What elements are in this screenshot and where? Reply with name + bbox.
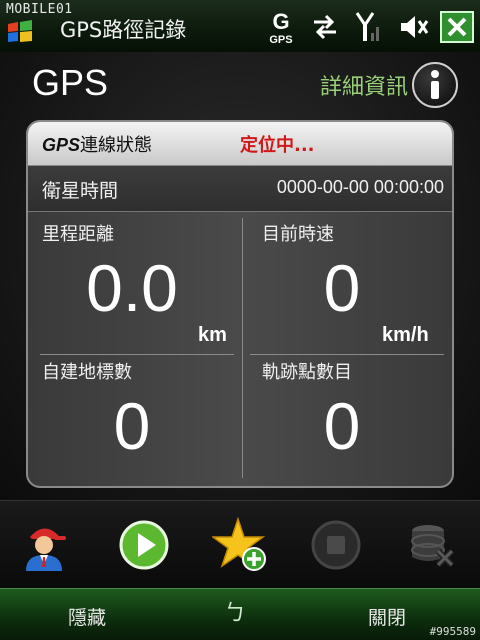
volume-icon[interactable] <box>396 10 430 44</box>
details-button[interactable]: 詳細資訊 <box>320 62 458 108</box>
svg-text:G: G <box>272 9 289 34</box>
stop-icon[interactable] <box>306 515 366 575</box>
satellite-time-row: 衛星時間 0000-00-00 00:00:00 <box>28 166 452 212</box>
speed-value: 0 <box>323 251 361 325</box>
info-icon[interactable] <box>412 62 458 108</box>
play-icon[interactable] <box>114 515 174 575</box>
details-label: 詳細資訊 <box>319 75 408 100</box>
hide-softkey[interactable]: 隱藏 <box>68 603 106 630</box>
connection-label: GPS連線狀態 <box>42 135 153 156</box>
horizontal-divider-right <box>250 354 444 355</box>
distance-value: 0.0 <box>86 251 178 325</box>
track-point-count-value: 0 <box>323 389 361 463</box>
gps-status-panel: GPS連線狀態 定位中... 衛星時間 0000-00-00 00:00:00 … <box>26 120 454 488</box>
person-icon[interactable] <box>14 515 74 575</box>
main-area: GPS 詳細資訊 GPS連線狀態 定位中... 衛星時間 0000-00-00 … <box>0 52 480 500</box>
close-softkey[interactable]: 關閉 <box>368 603 406 630</box>
watermark-bottom: #995589 <box>429 625 476 638</box>
add-landmark-icon[interactable] <box>210 515 270 575</box>
distance-label: 里程距離 <box>42 224 114 245</box>
satellite-time-label: 衛星時間 <box>42 180 119 202</box>
gps-icon-text: GPS <box>269 34 292 45</box>
landmark-count-label: 自建地標數 <box>42 362 132 383</box>
speed-unit: km/h <box>382 324 429 346</box>
data-sync-icon[interactable] <box>308 10 342 44</box>
landmark-count-value: 0 <box>113 389 151 463</box>
page-title: GPS <box>32 62 109 103</box>
horizontal-divider-left <box>40 354 234 355</box>
action-toolbar <box>0 500 480 588</box>
satellite-time-value: 0000-00-00 00:00:00 <box>276 177 444 197</box>
connection-status: 定位中... <box>240 135 315 156</box>
windows-start-icon[interactable] <box>6 20 34 44</box>
softkey-bar: 隱藏 ㄅ 關閉 #995589 <box>0 588 480 640</box>
distance-unit: km <box>198 324 227 346</box>
title-bar: MOBILE01 GPS路徑記錄 G GPS <box>0 0 480 52</box>
speed-label: 目前時速 <box>262 224 334 245</box>
delete-database-icon[interactable] <box>402 515 462 575</box>
connection-header: GPS連線狀態 定位中... <box>28 122 452 166</box>
gps-icon[interactable]: G GPS <box>264 9 298 45</box>
input-method-button[interactable]: ㄅ <box>224 595 246 627</box>
close-button[interactable] <box>440 11 474 43</box>
app-title: GPS路徑記錄 <box>60 18 187 42</box>
close-icon <box>447 17 467 37</box>
signal-icon[interactable] <box>352 10 386 44</box>
track-point-count-label: 軌跡點數目 <box>262 362 352 383</box>
